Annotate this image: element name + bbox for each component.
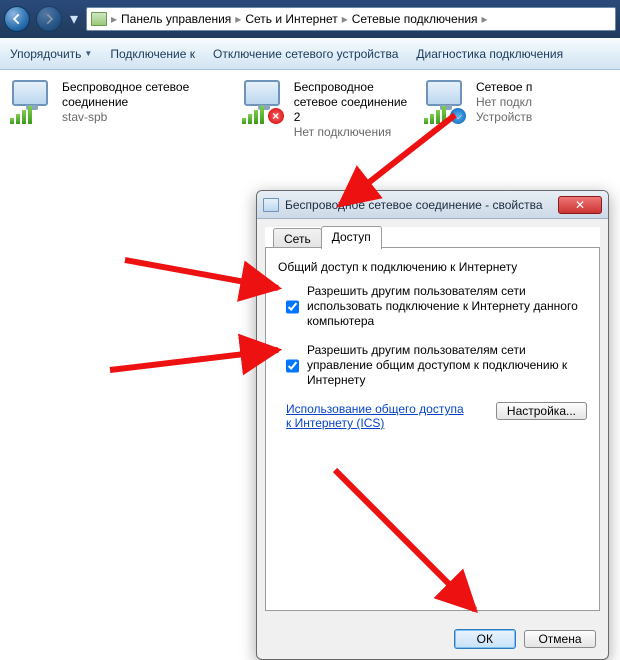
toolbar-label: Упорядочить <box>10 47 81 61</box>
bluetooth-icon: ⌵ <box>450 108 466 124</box>
dialog-footer: ОК Отмена <box>257 619 608 659</box>
breadcrumb[interactable]: Сетевые подключения <box>352 12 478 26</box>
toolbar-label: Отключение сетевого устройства <box>213 47 398 61</box>
properties-dialog: Беспроводное сетевое соединение - свойст… <box>256 190 609 660</box>
allow-control-label: Разрешить другим пользователям сети упра… <box>307 343 587 388</box>
breadcrumb-separator: ▸ <box>342 12 348 26</box>
breadcrumb-separator: ▸ <box>111 12 117 26</box>
close-button[interactable]: ✕ <box>558 196 602 214</box>
allow-control-checkbox[interactable] <box>286 344 299 388</box>
connection-item[interactable]: × Беспроводное сетевое соединение 2 Нет … <box>242 80 408 140</box>
content-area: Беспроводное сетевое соединение stav-spb… <box>0 70 620 656</box>
connection-text: Беспроводное сетевое соединение stav-spb <box>62 80 226 140</box>
settings-button[interactable]: Настройка... <box>496 402 587 420</box>
connection-item[interactable]: Беспроводное сетевое соединение stav-spb <box>10 80 226 140</box>
connection-sub2: Устройств <box>476 110 532 125</box>
connection-title: Беспроводное сетевое соединение 2 <box>294 80 408 125</box>
wifi-monitor-icon: × <box>242 80 288 122</box>
tab-label: Сеть <box>284 232 311 246</box>
tab-label: Доступ <box>332 230 371 244</box>
nav-back-button[interactable] <box>4 6 30 32</box>
breadcrumb-separator: ▸ <box>482 12 488 26</box>
connection-text: Беспроводное сетевое соединение 2 Нет по… <box>294 80 408 140</box>
disconnected-x-icon: × <box>268 108 284 124</box>
breadcrumb[interactable]: Панель управления <box>121 12 231 26</box>
dialog-body: Сеть Доступ Общий доступ к подключению к… <box>265 227 600 611</box>
adapter-icon <box>263 198 279 212</box>
breadcrumb-separator: ▸ <box>235 12 241 26</box>
wifi-monitor-icon <box>10 80 56 122</box>
nav-history-dropdown[interactable]: ▾ <box>68 9 80 29</box>
connection-sub: Нет подкл <box>476 95 532 110</box>
nav-forward-button[interactable] <box>36 6 62 32</box>
toolbar-organize[interactable]: Упорядочить ▼ <box>10 47 92 61</box>
cancel-button[interactable]: Отмена <box>524 630 596 648</box>
wifi-monitor-icon: ⌵ <box>424 80 470 122</box>
connections-list: Беспроводное сетевое соединение stav-spb… <box>0 70 620 144</box>
toolbar-label: Диагностика подключения <box>416 47 563 61</box>
allow-connection-row: Разрешить другим пользователям сети испо… <box>286 284 587 329</box>
address-bar[interactable]: ▸ Панель управления ▸ Сеть и Интернет ▸ … <box>86 7 616 31</box>
close-icon: ✕ <box>575 198 585 212</box>
connection-sub: Нет подключения <box>294 125 408 140</box>
dialog-title: Беспроводное сетевое соединение - свойст… <box>285 198 543 212</box>
breadcrumb[interactable]: Сеть и Интернет <box>245 12 337 26</box>
toolbar-diagnose[interactable]: Диагностика подключения <box>416 47 563 61</box>
ics-help-link[interactable]: Использование общего доступа к Интернету… <box>286 402 466 430</box>
allow-connection-checkbox[interactable] <box>286 285 299 329</box>
explorer-navbar: ▾ ▸ Панель управления ▸ Сеть и Интернет … <box>0 0 620 38</box>
toolbar-connect[interactable]: Подключение к <box>110 47 195 61</box>
tab-sharing[interactable]: Доступ <box>321 226 382 249</box>
tab-panel-sharing: Общий доступ к подключению к Интернету Р… <box>265 247 600 611</box>
ok-button[interactable]: ОК <box>454 629 516 649</box>
connection-item[interactable]: ⌵ Сетевое п Нет подкл Устройств <box>424 80 612 140</box>
connection-title: Сетевое п <box>476 80 532 95</box>
chevron-down-icon: ▼ <box>84 49 92 58</box>
tab-strip: Сеть Доступ <box>273 226 381 249</box>
sharing-section-title: Общий доступ к подключению к Интернету <box>278 260 587 274</box>
connection-text: Сетевое п Нет подкл Устройств <box>476 80 532 140</box>
toolbar-label: Подключение к <box>110 47 195 61</box>
dialog-titlebar[interactable]: Беспроводное сетевое соединение - свойст… <box>257 191 608 219</box>
toolbar-disable[interactable]: Отключение сетевого устройства <box>213 47 398 61</box>
allow-connection-label: Разрешить другим пользователям сети испо… <box>307 284 587 329</box>
connection-sub: stav-spb <box>62 110 226 125</box>
allow-control-row: Разрешить другим пользователям сети упра… <box>286 343 587 388</box>
connection-title: Беспроводное сетевое соединение <box>62 80 226 110</box>
toolbar: Упорядочить ▼ Подключение к Отключение с… <box>0 38 620 70</box>
control-panel-icon <box>91 12 107 26</box>
